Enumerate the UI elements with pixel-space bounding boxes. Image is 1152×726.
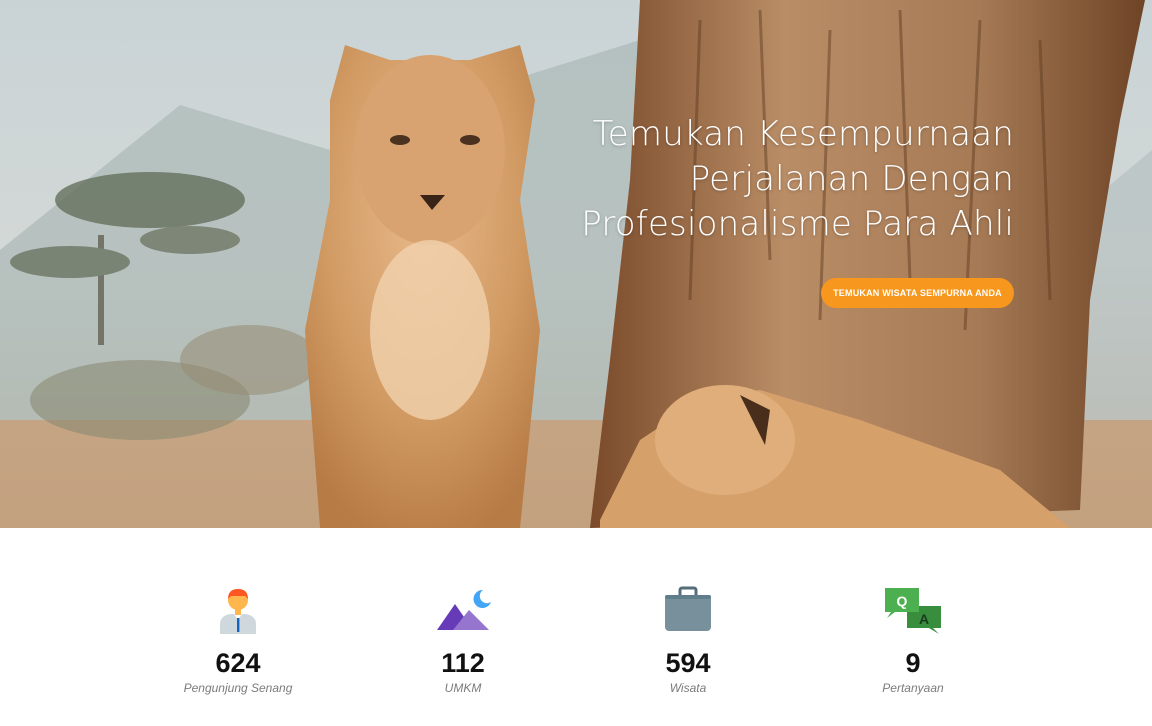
hero-banner: Temukan Kesempurnaan Perjalanan Dengan P… xyxy=(0,0,1152,528)
visitor-person-icon xyxy=(220,589,256,634)
stat-questions: Q A 9 Pertanyaan xyxy=(813,586,1013,695)
suitcase-icon xyxy=(665,586,711,631)
stat-visitors-value: 624 xyxy=(215,648,261,678)
stat-umkm-value: 112 xyxy=(441,648,485,678)
stat-questions-value: 9 xyxy=(905,648,921,678)
hero-headline-line-1: Temukan Kesempurnaan xyxy=(592,114,1014,154)
svg-text:A: A xyxy=(919,611,929,627)
hero-headline-line-2: Perjalanan Dengan xyxy=(689,159,1014,199)
svg-text:Q: Q xyxy=(897,593,908,609)
stat-visitors: 624 Pengunjung Senang xyxy=(138,586,338,695)
stat-tourism-label: Wisata xyxy=(669,681,707,695)
hero-headline: Temukan Kesempurnaan Perjalanan Dengan P… xyxy=(494,112,1014,247)
hero-background-photo xyxy=(0,0,1152,528)
stats-section: 624 Pengunjung Senang 112 UMKM 594 Wisat… xyxy=(0,528,1152,726)
hero-headline-line-3: Profesionalisme Para Ahli xyxy=(581,204,1014,244)
qa-chat-icon: Q A xyxy=(885,588,941,634)
stat-umkm-label: UMKM xyxy=(444,681,482,695)
stat-questions-label: Pertanyaan xyxy=(882,681,944,695)
stat-visitors-label: Pengunjung Senang xyxy=(183,681,293,695)
stat-umkm: 112 UMKM xyxy=(363,586,563,695)
find-tour-cta-button[interactable]: TEMUKAN WISATA SEMPURNA ANDA xyxy=(821,278,1014,308)
stat-tourism-value: 594 xyxy=(665,648,711,678)
stat-tourism: 594 Wisata xyxy=(588,586,788,695)
mountains-moon-icon xyxy=(437,589,491,630)
